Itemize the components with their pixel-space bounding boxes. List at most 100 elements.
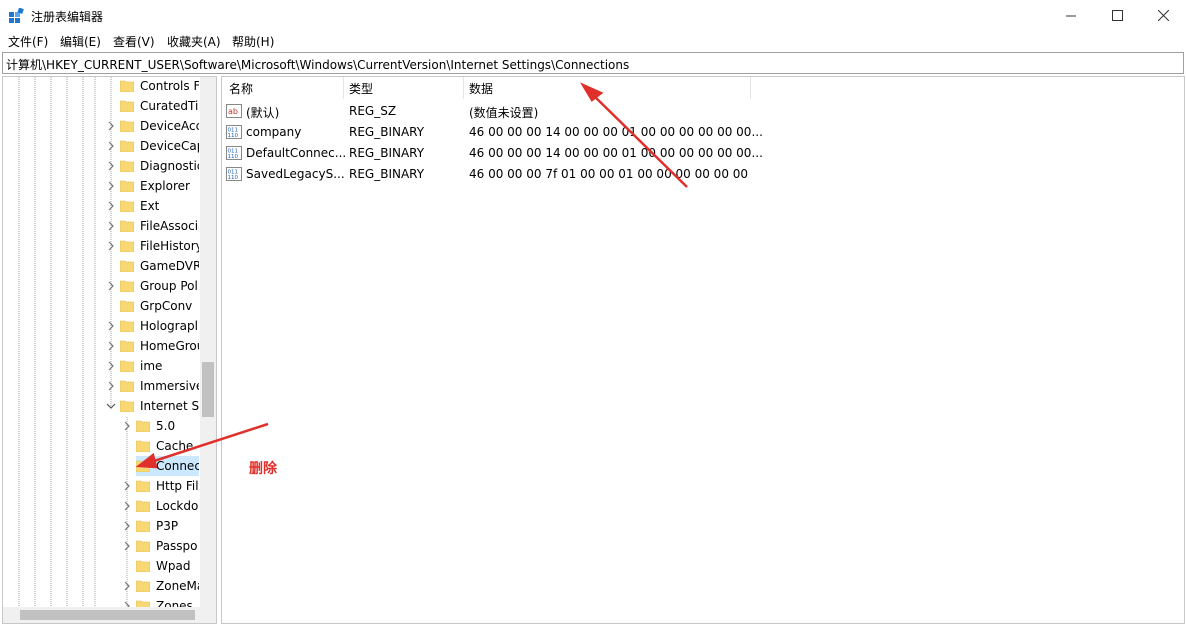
value-row[interactable]: ab (默认) REG_SZ (数值未设置) xyxy=(226,101,746,121)
tree-item-label: Group Pol xyxy=(140,279,198,293)
value-row[interactable]: 011 110 DefaultConnec... REG_BINARY 46 00 00… xyxy=(226,143,763,163)
maximize-button[interactable] xyxy=(1094,0,1140,30)
tree-item[interactable]: Lockdo xyxy=(136,496,199,516)
tree-item[interactable]: Diagnostic xyxy=(120,156,199,176)
tree-item[interactable]: Immersive xyxy=(120,376,199,396)
value-row[interactable]: 011 110 company REG_BINARY 46 00 00 00 14 00… xyxy=(226,122,763,142)
chevron-right-icon[interactable] xyxy=(122,501,132,511)
column-header-type[interactable]: 类型 xyxy=(349,77,464,99)
chevron-right-icon[interactable] xyxy=(106,321,116,331)
value-type: REG_BINARY xyxy=(349,125,425,139)
binary-value-icon: 011110 xyxy=(226,167,242,181)
svg-text:110: 110 xyxy=(228,133,239,139)
chevron-right-icon[interactable] xyxy=(122,541,132,551)
value-name: (默认) xyxy=(246,106,280,120)
value-type: REG_BINARY xyxy=(349,146,425,160)
value-name: company xyxy=(246,125,302,139)
tree-item-label: DeviceCap xyxy=(140,139,199,153)
column-separator[interactable] xyxy=(463,77,464,99)
column-header-data-label: 数据 xyxy=(469,81,494,96)
address-bar[interactable]: 计算机\HKEY_CURRENT_USER\Software\Microsoft… xyxy=(2,52,1184,74)
tree-item[interactable]: DeviceAcc xyxy=(120,116,199,136)
tree-item[interactable]: Internet Se xyxy=(120,396,199,416)
chevron-down-icon[interactable] xyxy=(106,401,116,411)
chevron-right-icon[interactable] xyxy=(106,141,116,151)
value-row[interactable]: 011 110 SavedLegacyS... REG_BINARY 46 00 00 … xyxy=(226,164,749,184)
tree-vertical-scroll-thumb[interactable] xyxy=(202,362,214,417)
tree-item[interactable]: Ext xyxy=(120,196,199,216)
menu-bar: 文件(F) 编辑(E) 查看(V) 收藏夹(A) 帮助(H) xyxy=(0,31,1186,50)
tree-vertical-scrollbar[interactable] xyxy=(200,77,216,607)
value-type: REG_BINARY xyxy=(349,167,425,181)
tree-item[interactable]: Explorer xyxy=(120,176,199,196)
tree-item[interactable]: Holograpl xyxy=(120,316,199,336)
tree-item[interactable]: Connec xyxy=(136,456,199,476)
chevron-right-icon[interactable] xyxy=(106,241,116,251)
tree-item[interactable]: Wpad xyxy=(136,556,199,576)
tree-item[interactable]: 5.0 xyxy=(136,416,199,436)
column-separator[interactable] xyxy=(343,77,344,99)
chevron-right-icon[interactable] xyxy=(106,201,116,211)
tree-item[interactable]: GrpConv xyxy=(120,296,199,316)
tree-item-label: FileAssocia xyxy=(140,219,199,233)
menu-favorites[interactable]: 收藏夹(A) xyxy=(167,33,221,50)
value-type: REG_SZ xyxy=(349,104,397,118)
tree-item[interactable]: CuratedTil xyxy=(120,96,199,116)
menu-view[interactable]: 查看(V) xyxy=(113,33,155,50)
value-data: 46 00 00 00 7f 01 00 00 01 00 00 00 00 0… xyxy=(469,167,749,181)
tree-item-label: GameDVR xyxy=(140,259,199,273)
chevron-right-icon[interactable] xyxy=(106,281,116,291)
tree-item[interactable]: ZoneMa xyxy=(136,576,199,596)
column-separator[interactable] xyxy=(750,77,751,99)
regedit-app-icon xyxy=(9,8,24,23)
binary-value-icon: 011110 xyxy=(226,146,242,160)
tree-item[interactable]: Passpo xyxy=(136,536,199,556)
value-data: 46 00 00 00 14 00 00 00 01 00 00 00 00 0… xyxy=(469,125,763,139)
chevron-right-icon[interactable] xyxy=(122,481,132,491)
menu-file[interactable]: 文件(F) xyxy=(8,33,48,50)
menu-edit[interactable]: 编辑(E) xyxy=(60,33,101,50)
chevron-right-icon[interactable] xyxy=(122,421,132,431)
chevron-right-icon[interactable] xyxy=(122,581,132,591)
tree-item-label: HomeGrou xyxy=(140,339,199,353)
column-header-name[interactable]: 名称 xyxy=(229,77,344,99)
value-data: 46 00 00 00 14 00 00 00 01 00 00 00 00 0… xyxy=(469,146,763,160)
chevron-right-icon[interactable] xyxy=(106,221,116,231)
column-header-data[interactable]: 数据 xyxy=(469,77,749,99)
tree-item-label: Holograpl xyxy=(140,319,198,333)
tree-item[interactable]: FileHistory xyxy=(120,236,199,256)
menu-help[interactable]: 帮助(H) xyxy=(232,33,274,50)
folder-icon xyxy=(120,340,134,352)
values-list[interactable]: 名称 类型 数据 ab (默认) REG_SZ (数值未设置) 011 110 compan… xyxy=(221,76,1185,624)
chevron-right-icon[interactable] xyxy=(106,341,116,351)
value-name: DefaultConnec... xyxy=(246,146,347,160)
tree-item[interactable]: HomeGrou xyxy=(120,336,199,356)
tree-item-label: Http Filt xyxy=(156,479,199,493)
tree-item[interactable]: Group Pol xyxy=(120,276,199,296)
tree-item[interactable]: Controls F xyxy=(120,77,199,96)
chevron-right-icon[interactable] xyxy=(106,361,116,371)
value-name: SavedLegacyS... xyxy=(246,167,345,181)
tree-item[interactable]: DeviceCap xyxy=(120,136,199,156)
chevron-right-icon[interactable] xyxy=(106,121,116,131)
chevron-right-icon[interactable] xyxy=(106,181,116,191)
tree-item[interactable]: ime xyxy=(120,356,199,376)
tree-item-label: Controls F xyxy=(140,79,199,93)
close-button[interactable] xyxy=(1140,0,1186,30)
chevron-right-icon[interactable] xyxy=(106,161,116,171)
tree-item-label: ime xyxy=(140,359,163,373)
tree-item[interactable]: P3P xyxy=(136,516,199,536)
tree-item[interactable]: GameDVR xyxy=(120,256,199,276)
chevron-right-icon[interactable] xyxy=(106,381,116,391)
tree-item[interactable]: Http Filt xyxy=(136,476,199,496)
tree-item-label: Immersive xyxy=(140,379,199,393)
key-tree[interactable]: Controls F CuratedTil DeviceAcc DeviceCap Di… xyxy=(2,76,217,624)
tree-item[interactable]: Cache xyxy=(136,436,199,456)
chevron-right-icon[interactable] xyxy=(122,521,132,531)
folder-icon xyxy=(136,540,150,552)
tree-horizontal-scroll-thumb[interactable] xyxy=(20,610,195,620)
folder-icon xyxy=(120,280,134,292)
minimize-button[interactable] xyxy=(1048,0,1094,30)
folder-icon xyxy=(120,320,134,332)
tree-item[interactable]: FileAssocia xyxy=(120,216,199,236)
